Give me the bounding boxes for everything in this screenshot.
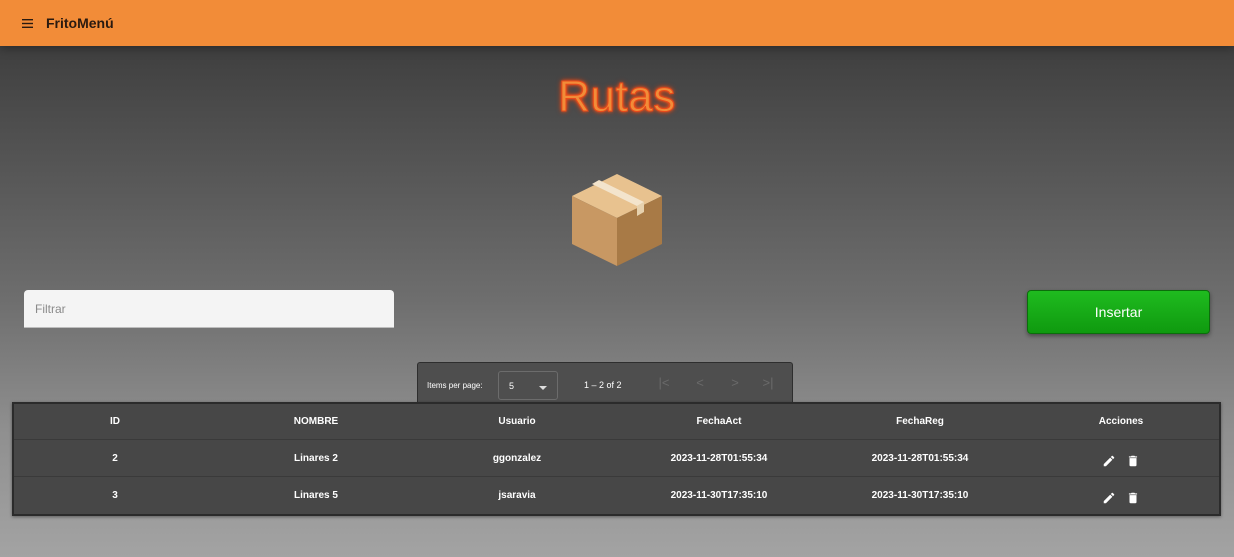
page-range-label: 1 – 2 of 2 bbox=[584, 380, 622, 390]
last-page-icon[interactable]: >| bbox=[758, 375, 778, 390]
table-header-row: ID NOMBRE Usuario FechaAct FechaReg Acci… bbox=[14, 404, 1219, 439]
chevron-down-icon bbox=[539, 386, 547, 390]
app-brand[interactable]: FritoMenú bbox=[46, 15, 114, 31]
cell-fechaact: 2023-11-28T01:55:34 bbox=[670, 453, 768, 464]
page-title: Rutas bbox=[558, 72, 676, 122]
paginator: Items per page: 5 1 – 2 of 2 |< < > >| bbox=[417, 362, 793, 406]
row-actions bbox=[1102, 491, 1140, 505]
column-header-fechareg[interactable]: FechaReg bbox=[896, 416, 944, 427]
cell-usuario: jsaravia bbox=[498, 490, 536, 501]
pencil-icon[interactable] bbox=[1102, 491, 1116, 505]
rutas-table: ID NOMBRE Usuario FechaAct FechaReg Acci… bbox=[12, 402, 1221, 516]
cell-id: 2 bbox=[112, 453, 118, 464]
column-header-usuario[interactable]: Usuario bbox=[498, 416, 535, 427]
table-row: 3 Linares 5 jsaravia 2023-11-30T17:35:10… bbox=[14, 476, 1219, 514]
cell-usuario: ggonzalez bbox=[492, 453, 542, 464]
trash-icon[interactable] bbox=[1126, 491, 1140, 505]
column-header-nombre[interactable]: NOMBRE bbox=[294, 416, 338, 427]
items-per-page-label: Items per page: bbox=[427, 381, 483, 390]
first-page-icon[interactable]: |< bbox=[654, 375, 674, 390]
trash-icon[interactable] bbox=[1126, 454, 1140, 468]
insert-button[interactable]: Insertar bbox=[1027, 290, 1210, 334]
cell-nombre: Linares 5 bbox=[294, 490, 338, 501]
top-toolbar: FritoMenú bbox=[0, 0, 1234, 46]
menu-icon[interactable] bbox=[22, 16, 38, 30]
row-actions bbox=[1102, 454, 1140, 468]
pencil-icon[interactable] bbox=[1102, 454, 1116, 468]
filter-field[interactable] bbox=[24, 290, 394, 328]
column-header-acciones: Acciones bbox=[1098, 416, 1144, 427]
table-row: 2 Linares 2 ggonzalez 2023-11-28T01:55:3… bbox=[14, 439, 1219, 477]
chevron-right-icon[interactable]: > bbox=[725, 375, 745, 390]
page-size-select[interactable]: 5 bbox=[498, 371, 558, 400]
cell-nombre: Linares 2 bbox=[294, 453, 338, 464]
page-size-value: 5 bbox=[509, 381, 515, 391]
chevron-left-icon[interactable]: < bbox=[690, 375, 710, 390]
package-box-icon bbox=[570, 172, 664, 268]
cell-id: 3 bbox=[112, 490, 118, 501]
filter-input[interactable] bbox=[24, 290, 394, 327]
cell-fechareg: 2023-11-30T17:35:10 bbox=[871, 490, 969, 501]
cell-fechareg: 2023-11-28T01:55:34 bbox=[871, 453, 969, 464]
column-header-fechaact[interactable]: FechaAct bbox=[696, 416, 741, 427]
cell-fechaact: 2023-11-30T17:35:10 bbox=[670, 490, 768, 501]
column-header-id[interactable]: ID bbox=[110, 416, 120, 427]
